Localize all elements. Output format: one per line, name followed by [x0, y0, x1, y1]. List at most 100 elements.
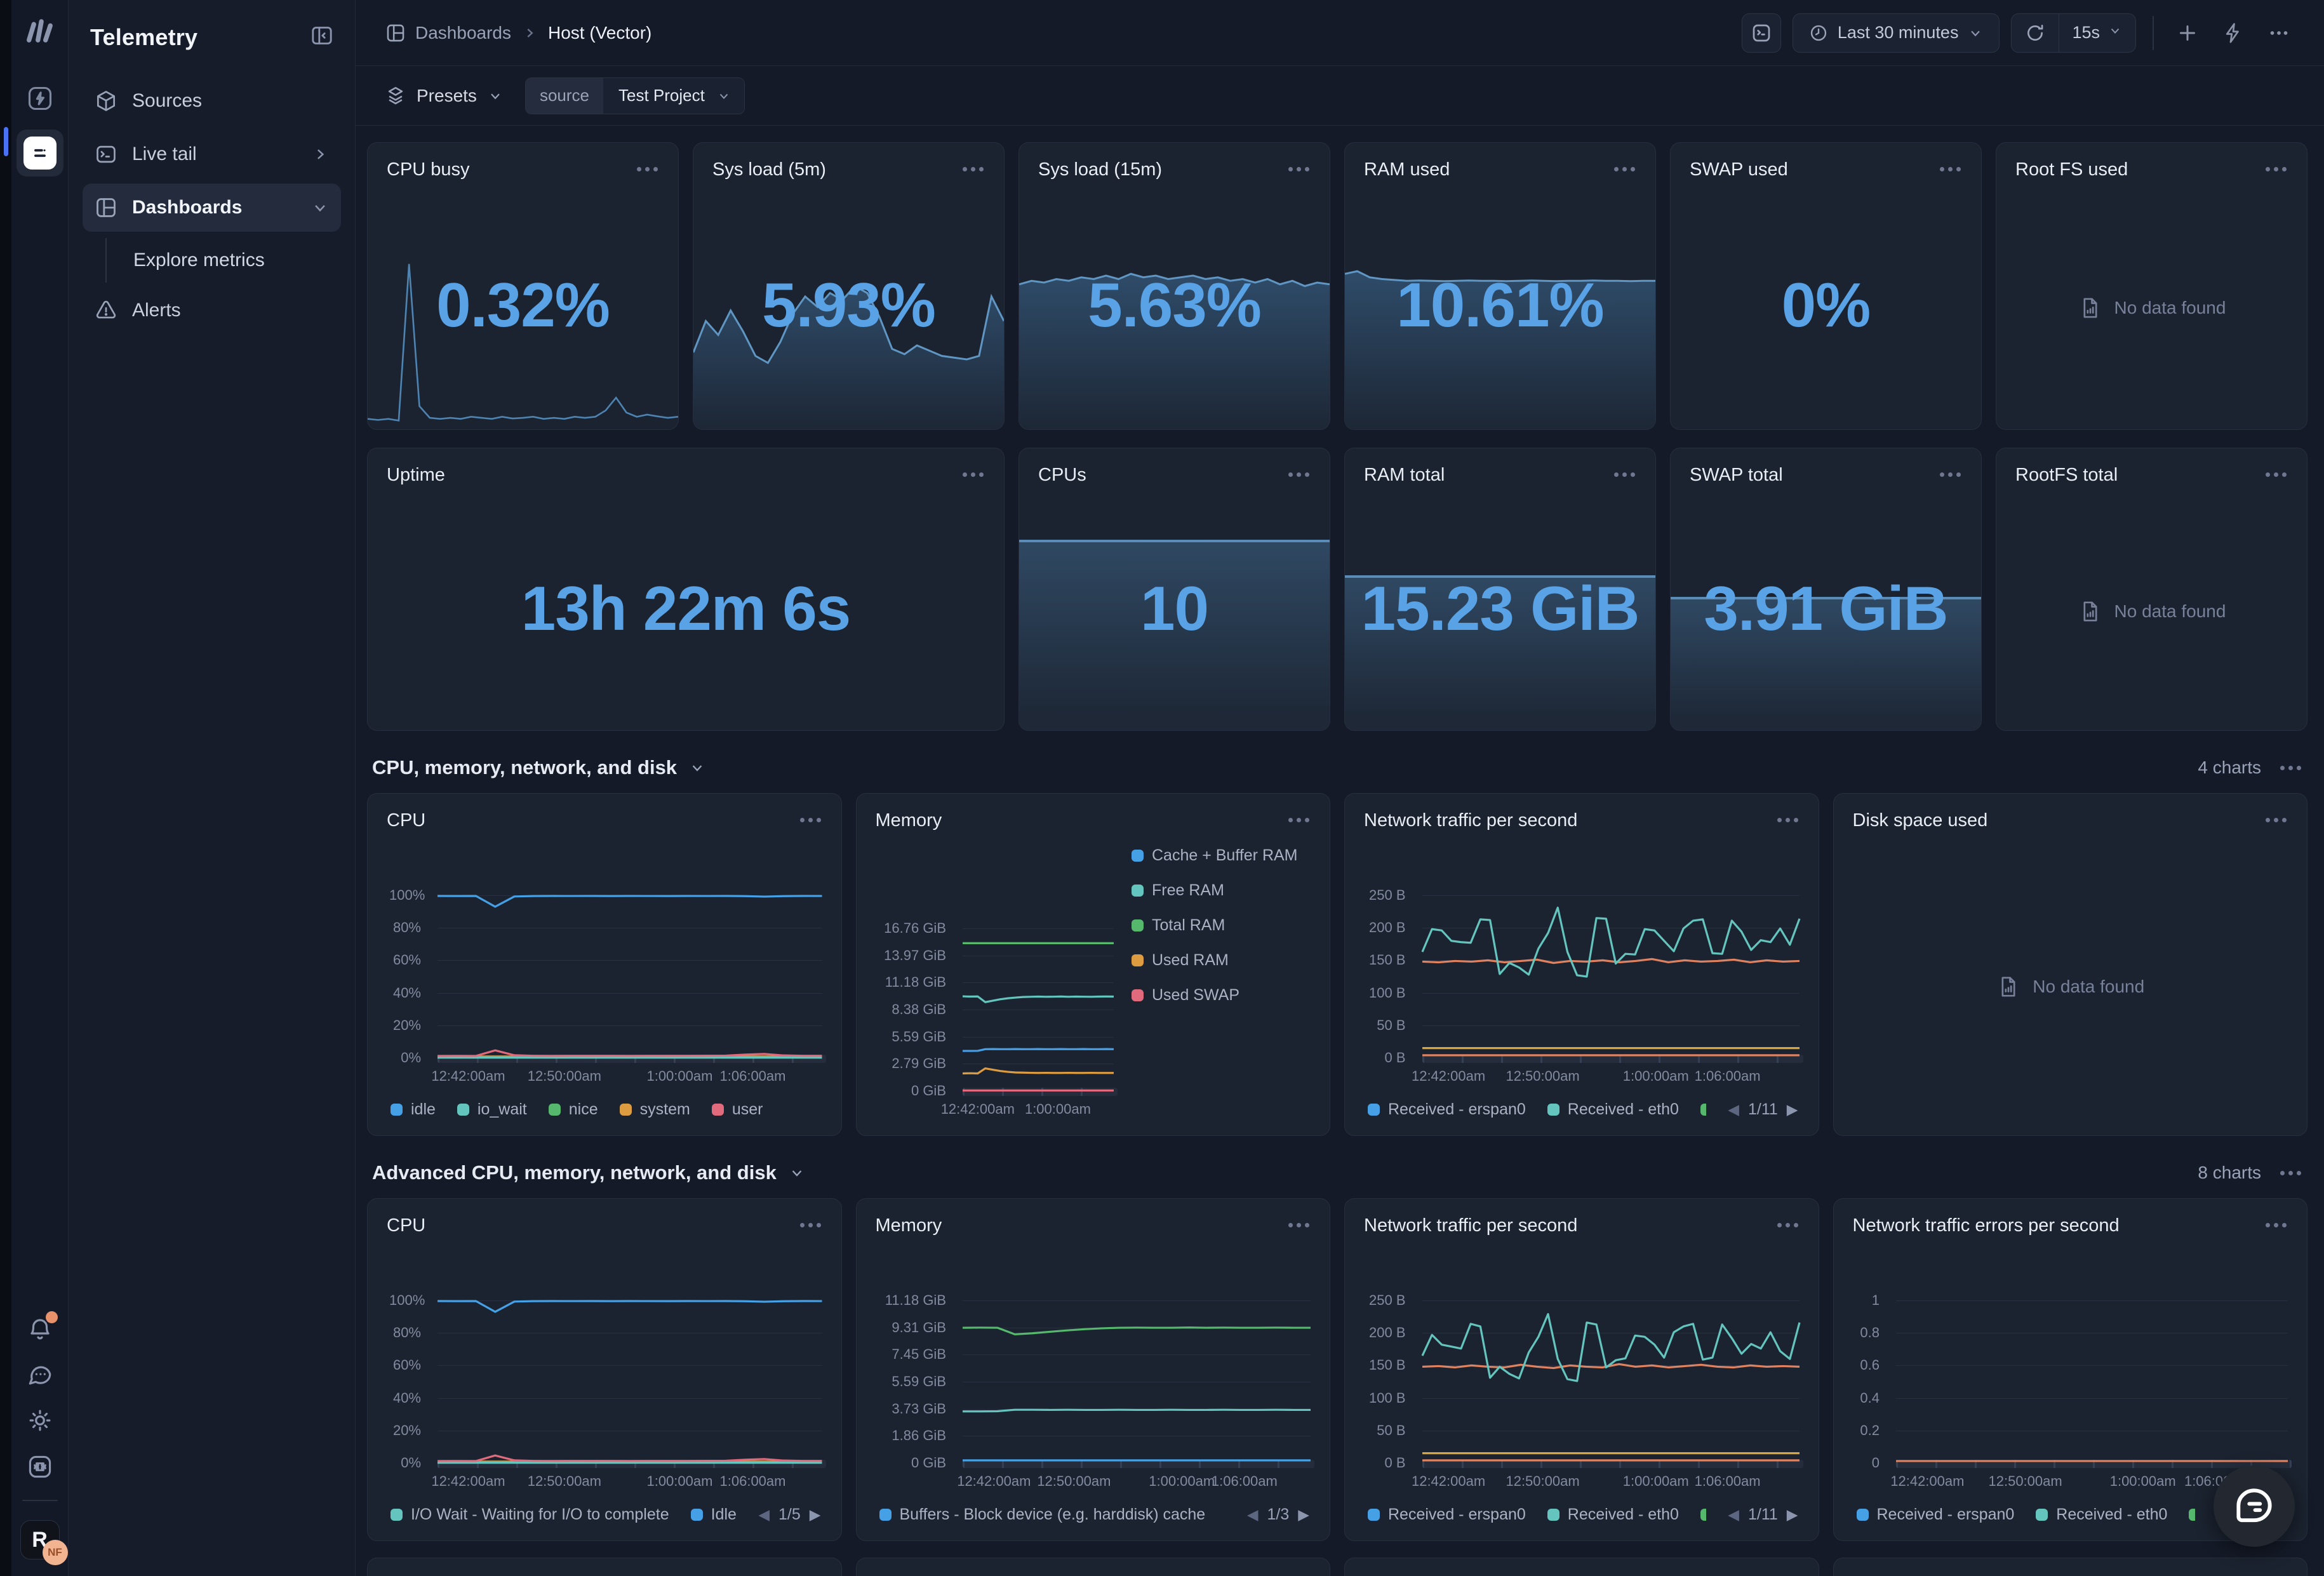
card-menu-button[interactable] — [2263, 465, 2289, 484]
section-menu-button[interactable] — [2278, 758, 2304, 778]
section-toggle[interactable]: CPU, memory, network, and disk — [372, 756, 706, 779]
source-filter-value: Test Project — [618, 86, 705, 105]
y-axis-label: 100% — [389, 887, 421, 904]
chart-column: 250 B200 B150 B100 B50 B0 B12:42:00am12:… — [1366, 1243, 1800, 1499]
legend-prev-button[interactable]: ◀ — [1728, 1506, 1739, 1523]
more-options-button[interactable] — [2262, 16, 2296, 50]
sidebar: Telemetry Sources Live tail — [69, 0, 356, 1576]
card-menu-button[interactable] — [1286, 810, 1312, 830]
legend-item[interactable]: Total RAM — [1132, 916, 1311, 935]
card-menu-button[interactable] — [798, 810, 824, 830]
legend-next-button[interactable]: ▶ — [1298, 1506, 1309, 1523]
legend-item[interactable]: Used RAM — [1132, 951, 1311, 970]
card-menu-button[interactable] — [1286, 159, 1312, 179]
legend-item[interactable]: Idle — [691, 1506, 737, 1524]
card-title: Network traffic errors per second — [1853, 1215, 2120, 1236]
legend-item[interactable]: system — [620, 1100, 690, 1119]
breadcrumb-dashboards[interactable]: Dashboards — [385, 22, 511, 44]
card-menu-button[interactable] — [1937, 159, 1963, 179]
legend-item[interactable]: R — [1700, 1506, 1706, 1524]
chart-column: 100%80%60%40%20%0%12:42:00am12:50:00am1:… — [389, 838, 822, 1093]
section-menu-button[interactable] — [2278, 1163, 2304, 1183]
time-range-picker[interactable]: Last 30 minutes — [1793, 13, 2000, 53]
card-menu-button[interactable] — [1612, 465, 1638, 484]
sidebar-collapse-icon[interactable] — [309, 23, 335, 51]
y-axis-label: 16.76 GiB — [878, 920, 947, 937]
legend-next-button[interactable]: ▶ — [810, 1506, 821, 1523]
card-menu-button[interactable] — [1612, 159, 1638, 179]
legend-item[interactable]: Used SWAP — [1132, 986, 1311, 1005]
console-panel-button[interactable] — [1742, 13, 1781, 53]
support-chat-button[interactable] — [2214, 1466, 2295, 1547]
lightning-square-icon — [26, 84, 54, 112]
legend-item[interactable]: nice — [549, 1100, 598, 1119]
stat-body: 5.93% — [693, 187, 1004, 429]
card-menu-button[interactable] — [2263, 810, 2289, 830]
legend-item[interactable]: Received - erspan0 — [1368, 1506, 1526, 1524]
sidebar-item-dashboards[interactable]: Dashboards — [83, 184, 341, 232]
legend-item[interactable]: Free RAM — [1132, 881, 1311, 900]
chart-canvas — [1896, 1300, 2288, 1463]
legend-next-button[interactable]: ▶ — [1787, 1101, 1798, 1118]
user-avatar[interactable]: R NF — [20, 1520, 60, 1559]
legend-items: Received - erspan0 Received - eth0 R — [1368, 1100, 1706, 1119]
legend-prev-button[interactable]: ◀ — [1728, 1101, 1739, 1118]
legend-item[interactable]: io_wait — [457, 1100, 527, 1119]
notifications-bell-icon[interactable] — [27, 1316, 53, 1342]
card-menu-button[interactable] — [1937, 465, 1963, 484]
presets-dropdown[interactable]: Presets — [385, 85, 504, 107]
sidebar-item-alerts[interactable]: Alerts — [83, 286, 341, 335]
stat-body: 10 — [1019, 492, 1330, 730]
y-axis-label: 0 GiB — [878, 1455, 947, 1471]
app-root: R NF Telemetry Sources — [0, 0, 2324, 1576]
legend-prev-button[interactable]: ◀ — [1247, 1506, 1259, 1523]
legend-item[interactable]: Received - erspan0 — [1368, 1100, 1526, 1119]
legend-item[interactable]: Received - eth0 — [1547, 1100, 1679, 1119]
stat-value: 3.91 GiB — [1671, 572, 1981, 644]
refresh-interval-select[interactable]: 15s — [2059, 14, 2135, 52]
section-toggle[interactable]: Advanced CPU, memory, network, and disk — [372, 1161, 806, 1184]
card-menu-button[interactable] — [1775, 810, 1801, 830]
sidebar-subitem-explore-metrics[interactable]: Explore metrics — [83, 238, 341, 283]
feedback-chat-icon[interactable] — [27, 1361, 53, 1388]
legend-item[interactable]: user — [712, 1100, 763, 1119]
card-menu-button[interactable] — [2263, 1215, 2289, 1235]
card-menu-button[interactable] — [960, 159, 986, 179]
legend-item[interactable]: R — [2189, 1506, 2194, 1524]
legend-prev-button[interactable]: ◀ — [758, 1506, 770, 1523]
rail-quickstart-button[interactable] — [20, 79, 60, 118]
chart-flex: 250 B200 B150 B100 B50 B0 B12:42:00am12:… — [1366, 838, 1800, 1093]
card-menu-button[interactable] — [2263, 159, 2289, 179]
source-filter[interactable]: source Test Project — [525, 77, 745, 114]
legend-next-button[interactable]: ▶ — [1787, 1506, 1798, 1523]
legend-item[interactable]: Cache + Buffer RAM — [1132, 846, 1311, 865]
y-axis-label: 0% — [389, 1455, 421, 1471]
legend-item[interactable]: Received - erspan0 — [1857, 1506, 2015, 1524]
legend-item[interactable]: I/O Wait - Waiting for I/O to complete — [391, 1506, 669, 1524]
app-logo-icon[interactable] — [23, 17, 57, 44]
card-menu-button[interactable] — [1286, 465, 1312, 484]
section-chart-count: 8 charts — [2198, 1163, 2261, 1183]
add-panel-button[interactable] — [2170, 16, 2205, 50]
theme-toggle-sun-icon[interactable] — [27, 1407, 53, 1434]
sidebar-item-sources[interactable]: Sources — [83, 77, 341, 125]
rail-telemetry-button[interactable] — [17, 130, 63, 177]
partial-card — [1344, 1558, 1819, 1576]
legend-items: I/O Wait - Waiting for I/O to complete Id… — [391, 1506, 737, 1524]
stat-value: 13h 22m 6s — [368, 572, 1004, 644]
sidebar-item-live-tail[interactable]: Live tail — [83, 130, 341, 178]
stat-card-ram-total: RAM total15.23 GiB — [1344, 448, 1656, 731]
legend-item[interactable]: R — [1700, 1100, 1706, 1119]
command-menu-icon[interactable] — [26, 1453, 54, 1481]
legend-item[interactable]: Received - eth0 — [2036, 1506, 2167, 1524]
legend-item[interactable]: Buffers - Block device (e.g. harddisk) c… — [879, 1506, 1206, 1524]
refresh-button[interactable] — [2012, 14, 2059, 52]
card-menu-button[interactable] — [634, 159, 660, 179]
card-menu-button[interactable] — [960, 465, 986, 484]
card-menu-button[interactable] — [798, 1215, 824, 1235]
legend-item[interactable]: idle — [391, 1100, 436, 1119]
quick-actions-button[interactable] — [2216, 16, 2250, 50]
legend-item[interactable]: Received - eth0 — [1547, 1506, 1679, 1524]
card-menu-button[interactable] — [1775, 1215, 1801, 1235]
card-menu-button[interactable] — [1286, 1215, 1312, 1235]
